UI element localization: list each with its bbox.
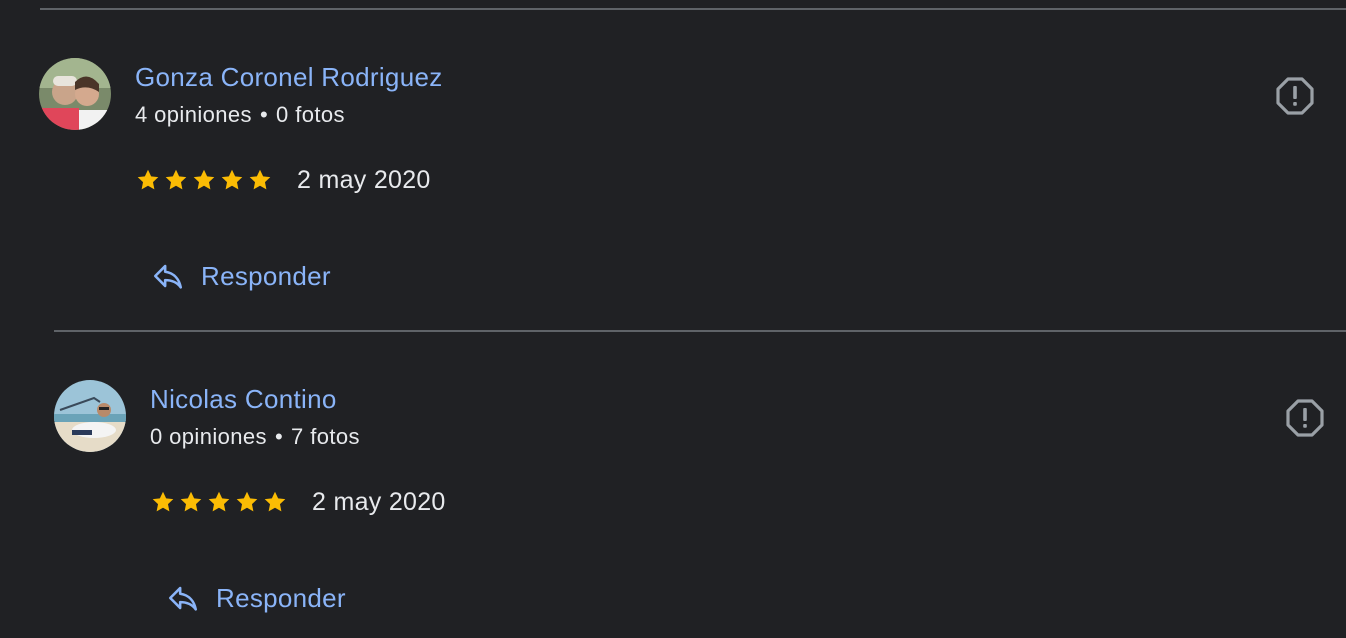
star-rating: [150, 489, 288, 515]
review-date: 2 may 2020: [312, 488, 446, 516]
star-icon: [249, 169, 271, 190]
review-date: 2 may 2020: [297, 166, 431, 194]
star-icon: [152, 491, 174, 512]
star-icon: [208, 491, 230, 512]
review-count: 0 opiniones: [150, 424, 267, 449]
star-icon: [137, 169, 159, 190]
avatar[interactable]: [39, 58, 111, 130]
report-review-button[interactable]: [1275, 76, 1315, 116]
review-count: 4 opiniones: [135, 102, 252, 127]
reply-label: Responder: [216, 582, 346, 613]
star-rating: [135, 167, 273, 193]
author-stats: 4 opiniones • 0 fotos: [135, 100, 345, 130]
rating-row: 2 may 2020: [135, 164, 431, 196]
report-icon: [1286, 399, 1324, 437]
rating-row: 2 may 2020: [150, 486, 446, 518]
author-stats: 0 opiniones • 7 fotos: [150, 422, 360, 452]
star-icon: [165, 169, 187, 190]
reply-icon: [153, 264, 183, 289]
review-card: Nicolas Contino 0 opiniones • 7 fotos 2 ma…: [54, 330, 1346, 630]
star-icon: [264, 491, 286, 512]
report-review-button[interactable]: [1285, 398, 1325, 438]
star-icon: [193, 169, 215, 190]
photo-count: 0 fotos: [276, 102, 345, 127]
author-name[interactable]: Gonza Coronel Rodriguez: [135, 59, 443, 95]
photo-count: 7 fotos: [291, 424, 360, 449]
reply-label: Responder: [201, 260, 331, 291]
report-icon: [1276, 77, 1314, 115]
reply-button[interactable]: Responder: [166, 578, 346, 618]
star-icon: [180, 491, 202, 512]
reviews-list: Gonza Coronel Rodriguez 4 opiniones • 0 fo…: [0, 0, 1346, 638]
reply-icon: [168, 586, 198, 611]
star-icon: [221, 169, 243, 190]
reply-button[interactable]: Responder: [151, 256, 331, 296]
review-card: Gonza Coronel Rodriguez 4 opiniones • 0 fo…: [39, 8, 1346, 308]
star-icon: [236, 491, 258, 512]
separator-dot: •: [259, 102, 269, 127]
author-name[interactable]: Nicolas Contino: [150, 381, 337, 417]
avatar[interactable]: [54, 380, 126, 452]
separator-dot: •: [274, 424, 284, 449]
